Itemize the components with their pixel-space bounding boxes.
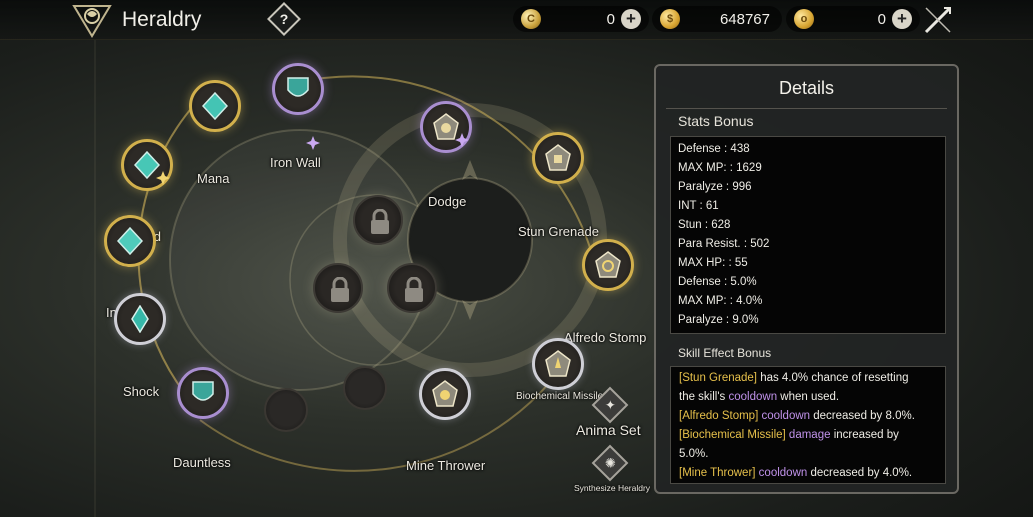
currency-gold: $ 648767 <box>652 6 782 32</box>
anima-set-icon-button[interactable]: ✦ <box>591 386 629 424</box>
effect-line: [Alfredo Stomp] cooldown decreased by 8.… <box>679 410 915 422</box>
locked-slot[interactable] <box>387 263 437 313</box>
node-alfredo-stomp[interactable] <box>582 239 634 291</box>
node-label-mine-thrower: Mine Thrower <box>406 458 486 473</box>
gold-coin-icon: $ <box>660 9 680 29</box>
details-panel: Details Stats Bonus Defense : 438 MAX MP… <box>654 64 959 494</box>
grenade-emblem-icon <box>545 144 571 171</box>
crystal-coin-icon: C <box>521 9 541 29</box>
lock-icon <box>331 277 349 302</box>
effect-line: [Biochemical Missile] damage increased b… <box>679 429 899 441</box>
node-label-stun-grenade: Stun Grenade <box>518 224 599 239</box>
heraldry-tree: Mana Iron Wall Bind Intellect Shock <box>0 40 650 517</box>
upgrade-star-icon <box>156 171 170 185</box>
stats-bonus-title: Stats Bonus <box>678 113 754 129</box>
node-label-mana: Mana <box>197 171 230 186</box>
node-label-dauntless: Dauntless <box>173 455 231 470</box>
stat-row: Defense : 5.0% <box>678 276 757 288</box>
gold-amount: 648767 <box>719 10 770 28</box>
node-label-iron-wall: Iron Wall <box>270 155 321 170</box>
stat-row: Defense : 438 <box>678 143 750 155</box>
details-title: Details <box>778 78 835 98</box>
locked-slot[interactable] <box>353 195 403 245</box>
crescent-moon-icon <box>282 402 292 422</box>
node-iron-wall[interactable] <box>272 63 324 115</box>
node-label-shock: Shock <box>123 384 160 399</box>
anima-set-label[interactable]: Anima Set <box>576 422 641 438</box>
close-icon <box>924 6 952 34</box>
node-shock[interactable] <box>114 293 166 345</box>
currency-crystal: C 0 + <box>513 6 649 32</box>
stat-row: Para Resist. : 502 <box>678 238 770 250</box>
missile-emblem-icon <box>545 350 571 377</box>
heraldry-crest-icon <box>70 2 114 38</box>
anima-star-icon: ✦ <box>604 397 616 412</box>
token-amount: 0 <box>877 10 886 28</box>
add-token-button[interactable]: + <box>892 9 912 29</box>
token-coin-icon: o <box>794 9 814 29</box>
stat-row: Stun : 628 <box>678 219 731 231</box>
divider <box>666 108 947 109</box>
node-intellect[interactable] <box>104 215 156 267</box>
synthesize-web-icon: ✺ <box>604 455 616 470</box>
stomp-emblem-icon <box>595 251 621 278</box>
node-mana[interactable] <box>189 80 241 132</box>
crystal-amount: 0 <box>606 10 615 28</box>
stat-row: MAX HP: : 55 <box>678 257 748 269</box>
help-button[interactable]: ? <box>267 2 301 36</box>
stat-row: MAX MP: : 1629 <box>678 162 762 174</box>
currency-token: o 0 + <box>786 6 920 32</box>
upgrade-star-icon <box>306 136 320 150</box>
stat-row: MAX MP: : 4.0% <box>678 295 763 307</box>
mine-emblem-icon <box>432 380 458 407</box>
node-label-alfredo-stomp: Alfredo Stomp <box>564 330 647 345</box>
stat-row: Paralyze : 9.0% <box>678 314 759 326</box>
help-icon: ? <box>279 11 289 27</box>
crescent-moon-icon <box>361 380 371 400</box>
lock-icon <box>405 277 423 302</box>
skill-effect-bonus-title: Skill Effect Bonus <box>678 346 772 360</box>
node-mine-thrower[interactable] <box>419 368 471 420</box>
add-crystal-button[interactable]: + <box>621 9 641 29</box>
mana-gem-icon <box>202 92 228 120</box>
top-bar: Heraldry ? C 0 + $ 648767 o 0 + <box>0 0 1033 40</box>
effect-line: [Stun Grenade] has 4.0% chance of resett… <box>679 372 909 384</box>
stat-row: INT : 61 <box>678 200 719 212</box>
page-title: Heraldry <box>122 8 202 31</box>
stats-list: Defense : 438 MAX MP: : 1629 Paralyze : … <box>670 136 946 334</box>
synthesize-label[interactable]: Synthesize Heraldry <box>574 483 650 493</box>
shield-gem-icon <box>287 77 309 97</box>
effect-line: 5.0%. <box>679 448 709 460</box>
node-label-biochemical-missile: Biochemical Missile <box>516 391 604 402</box>
shield-gem-icon <box>192 381 214 401</box>
close-button[interactable] <box>922 4 954 36</box>
stat-row: Paralyze : 996 <box>678 181 752 193</box>
empty-moon-slot[interactable] <box>343 366 387 410</box>
node-dauntless[interactable] <box>177 367 229 419</box>
node-stun-grenade[interactable] <box>532 132 584 184</box>
effect-line: [Mine Thrower] cooldown decreased by 4.0… <box>679 467 913 479</box>
shock-gem-icon <box>131 305 149 333</box>
intellect-gem-icon <box>117 227 143 255</box>
empty-moon-slot[interactable] <box>264 388 308 432</box>
effect-line: the skill's cooldown when used. <box>679 391 840 403</box>
skill-effect-list: [Stun Grenade] has 4.0% chance of resett… <box>670 366 946 484</box>
upgrade-star-icon <box>455 133 469 147</box>
node-label-dodge: Dodge <box>428 194 467 209</box>
locked-slot[interactable] <box>313 263 363 313</box>
synthesize-icon-button[interactable]: ✺ <box>591 444 629 482</box>
lock-icon <box>371 209 389 234</box>
node-biochemical-missile[interactable] <box>532 338 584 390</box>
